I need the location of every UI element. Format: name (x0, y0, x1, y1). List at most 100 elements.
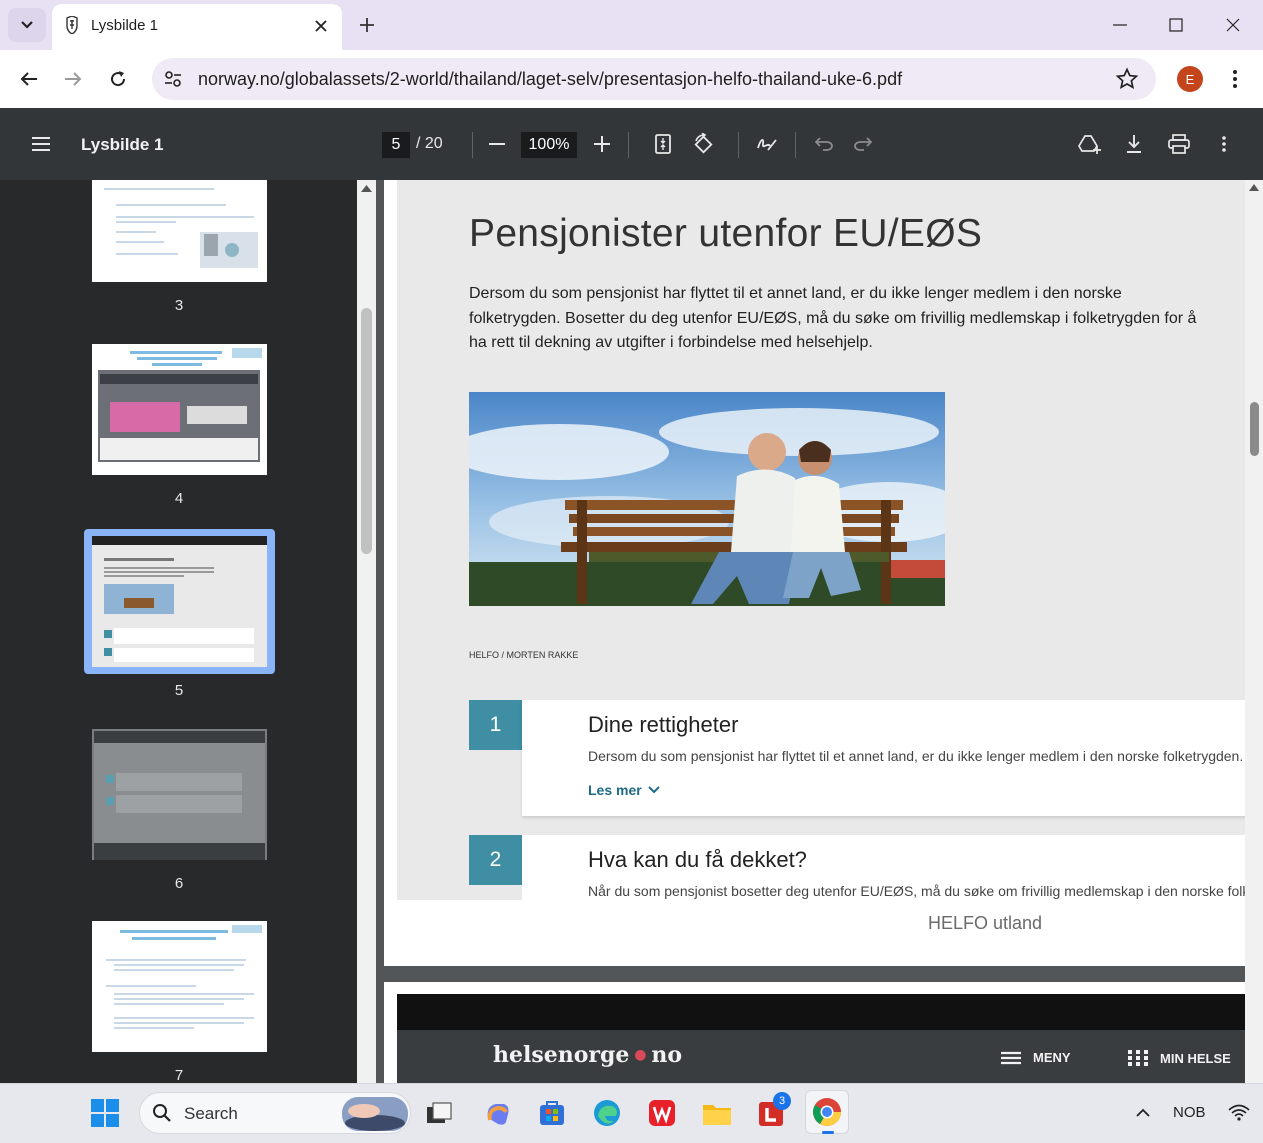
menu-link[interactable]: MENY (1001, 1050, 1071, 1065)
reload-button[interactable] (103, 64, 133, 94)
zoom-out-button[interactable] (483, 130, 511, 158)
helsenorge-logo: helsenorge ● no (493, 1042, 683, 1068)
document-scroll-thumb[interactable] (1250, 402, 1259, 456)
browser-menu-button[interactable] (1222, 66, 1248, 92)
info-card-coverage: Hva kan du få dekket? Når du som pensjon… (522, 835, 1246, 900)
slide-content: Pensjonister utenfor EU/EØS Dersom du so… (397, 180, 1246, 900)
store-button[interactable] (535, 1096, 569, 1130)
document-scrollbar[interactable] (1245, 180, 1263, 1083)
chrome-button[interactable] (805, 1090, 849, 1134)
file-explorer-button[interactable] (700, 1096, 734, 1130)
thumbnail-label: 5 (174, 682, 184, 699)
pdf-page-6: helsenorge ● no MENY MIN HELSE (384, 982, 1246, 1083)
sidebar-menu-icon[interactable] (28, 132, 54, 156)
thumbnail-image (92, 344, 267, 475)
reload-icon (111, 71, 126, 87)
zoom-in-button[interactable] (588, 130, 616, 158)
start-button[interactable] (88, 1096, 122, 1130)
zoom-input[interactable]: 100% (521, 132, 577, 158)
search-highlight-image (342, 1097, 408, 1131)
task-view-button[interactable] (422, 1096, 456, 1130)
window-close-button[interactable] (1218, 10, 1248, 40)
fit-page-button[interactable] (649, 130, 677, 158)
plus-icon (360, 18, 374, 32)
toolbar-divider (738, 132, 739, 158)
maximize-button[interactable] (1161, 10, 1191, 40)
photo-image (469, 392, 945, 606)
show-hidden-icons-button[interactable] (1126, 1096, 1160, 1130)
thumbnail-page-6[interactable] (92, 729, 267, 860)
pdf-more-button[interactable] (1210, 130, 1238, 158)
taskbar-search[interactable]: Search (139, 1092, 411, 1134)
redo-button[interactable] (849, 130, 877, 158)
info-card-rights: Dine rettigheter Dersom du som pensjonis… (522, 700, 1246, 816)
profile-initial: E (1185, 71, 1195, 87)
minimize-icon (1113, 24, 1127, 26)
rotate-button[interactable] (689, 130, 717, 158)
copilot-button[interactable] (480, 1096, 514, 1130)
chevron-down-icon (21, 21, 33, 29)
thumbnail-page-5[interactable] (92, 536, 267, 667)
thumbnail-label: 4 (174, 490, 184, 507)
tab-title: Lysbilde 1 (91, 17, 158, 34)
card-title: Hva kan du få dekket? (588, 847, 807, 872)
minimize-button[interactable] (1105, 10, 1135, 40)
pdf-page-5: Pensjonister utenfor EU/EØS Dersom du so… (384, 180, 1246, 966)
page-number-input[interactable]: 5 (382, 132, 410, 158)
plus-icon (594, 136, 610, 152)
search-icon (153, 1104, 171, 1122)
toolbar-divider (628, 132, 629, 158)
annotate-button[interactable] (753, 130, 781, 158)
download-button[interactable] (1120, 130, 1148, 158)
star-icon[interactable] (1115, 67, 1139, 91)
photo-credit: HELFO / MORTEN RAKKE (469, 650, 579, 660)
tab-search-button[interactable] (8, 8, 46, 42)
card-number-badge: 1 (469, 700, 522, 750)
edge-button[interactable] (590, 1096, 624, 1130)
slide-intro-text: Dersom du som pensjonist har flyttet til… (469, 285, 1197, 351)
task-view-icon (427, 1102, 452, 1123)
pen-icon (757, 139, 777, 151)
new-tab-button[interactable] (354, 12, 380, 38)
save-to-drive-button[interactable] (1076, 130, 1104, 158)
url-text: norway.no/globalassets/2-world/thailand/… (198, 69, 903, 89)
tab-close-button[interactable] (310, 15, 332, 37)
minus-icon (489, 143, 505, 145)
undo-button[interactable] (810, 130, 838, 158)
input-language[interactable]: NOB (1173, 1104, 1206, 1121)
microsoft-store-icon (540, 1101, 564, 1125)
chrome-icon (813, 1098, 841, 1126)
sidebar-scroll-thumb[interactable] (361, 308, 372, 554)
pdf-title: Lysbilde 1 (81, 135, 164, 154)
thumbnail-label: 3 (174, 297, 184, 314)
hamburger-icon (1001, 1051, 1021, 1064)
read-more-link[interactable]: Les mer (588, 782, 660, 798)
lastpass-button[interactable]: 3 (755, 1092, 791, 1130)
thumbnail-image (92, 180, 267, 282)
slide-footer: HELFO utland (927, 913, 1043, 933)
back-button[interactable] (14, 64, 44, 94)
notification-badge: 3 (773, 1092, 791, 1110)
print-button[interactable] (1165, 130, 1193, 158)
fit-page-icon (655, 134, 671, 154)
maximize-icon (1169, 18, 1183, 32)
forward-button[interactable] (58, 64, 88, 94)
network-button[interactable] (1222, 1096, 1256, 1130)
undo-icon (815, 137, 833, 151)
thumbnail-image (92, 921, 267, 1052)
address-bar[interactable]: norway.no/globalassets/2-world/thailand/… (152, 58, 1156, 100)
thumbnail-page-7[interactable] (92, 921, 267, 1052)
wps-office-button[interactable] (645, 1096, 679, 1130)
thumbnail-page-3[interactable] (92, 180, 267, 282)
profile-avatar[interactable]: E (1177, 66, 1203, 92)
wps-office-icon (649, 1100, 675, 1126)
tab-strip: Lysbilde 1 (0, 0, 1263, 50)
browser-tab[interactable]: Lysbilde 1 (52, 4, 342, 50)
thumbnail-page-4[interactable] (92, 344, 267, 475)
my-health-link[interactable]: MIN HELSE (1128, 1050, 1231, 1066)
norway-crest-icon (66, 16, 78, 34)
search-label: Search (184, 1104, 238, 1123)
menu-label: MENY (1033, 1050, 1071, 1065)
active-app-indicator (822, 1131, 834, 1134)
wifi-icon (1228, 1104, 1250, 1121)
